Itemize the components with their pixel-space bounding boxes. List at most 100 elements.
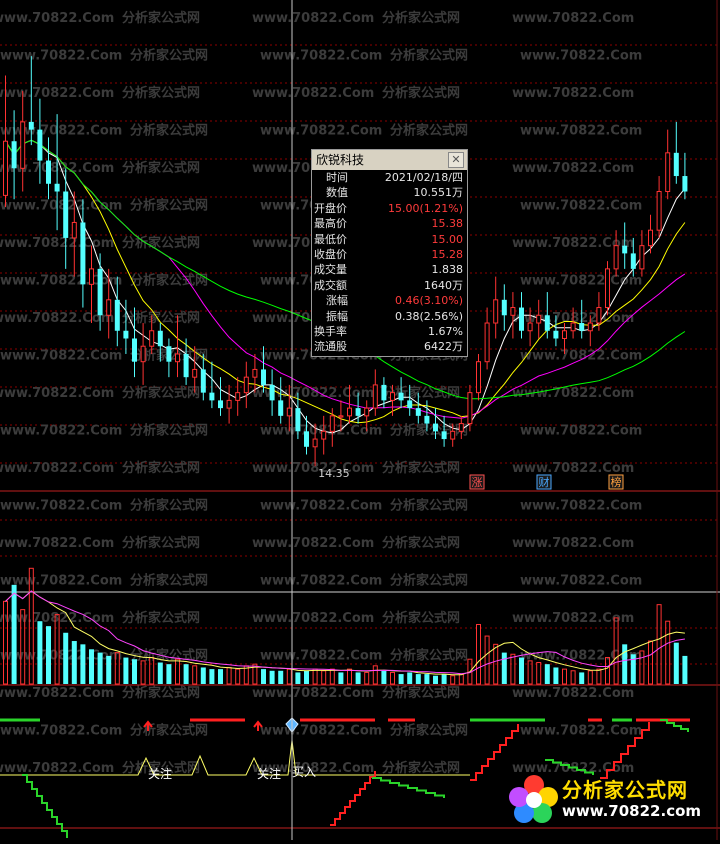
volume-bar <box>587 670 593 685</box>
volume-bar <box>200 667 206 684</box>
watermark-text: 分析家公式网 <box>122 610 200 626</box>
watermark-text: www.70822.Com <box>0 574 122 589</box>
volume-bar <box>278 670 284 684</box>
candle-body <box>544 315 550 331</box>
info-panel[interactable]: 欣锐科技 ✕ 时间 2021/02/18/四 数值 10.551万 开盘价 15.00(1… <box>311 149 468 357</box>
candle-body <box>140 345 146 363</box>
volume-bar <box>235 668 241 685</box>
watermark-text: 分析家公式网 <box>390 123 468 139</box>
volume-bar <box>536 662 542 685</box>
volume-bar <box>11 584 17 684</box>
volume-bar <box>398 674 404 684</box>
candle-body <box>261 369 266 385</box>
candle-body <box>484 322 490 363</box>
watermark-text: www.70822.Com <box>0 124 122 139</box>
close-icon[interactable]: ✕ <box>448 152 464 168</box>
logo-name: 分析家公式网 <box>562 778 688 802</box>
marker-label: 涨 <box>472 476 483 489</box>
volume-bar <box>544 664 550 684</box>
volume-bar <box>286 668 292 685</box>
watermark-text: 分析家公式网 <box>130 498 208 514</box>
watermark-text: www.70822.Com <box>512 686 634 701</box>
volume-bar <box>622 644 628 684</box>
info-value: 15.38 <box>431 217 464 231</box>
watermark-text: 分析家公式网 <box>390 423 468 439</box>
kline-chart[interactable]: www.70822.Com 分析家公式网 www.70822.Com 分析家公式网 ww… <box>0 0 720 840</box>
volume-bar <box>71 641 77 684</box>
volume-bar <box>321 670 327 685</box>
info-value: 6422万 <box>424 340 463 354</box>
watermark-text: www.70822.Com <box>260 49 382 64</box>
stock-chart-window[interactable]: www.70822.Com 分析家公式网 www.70822.Com 分析家公式网 ww… <box>0 0 720 840</box>
watermark-text: www.70822.Com <box>0 461 114 476</box>
volume-bar <box>63 632 69 684</box>
watermark-text: 分析家公式网 <box>122 310 200 326</box>
volume-bar <box>338 672 344 684</box>
volume-bar <box>648 640 653 685</box>
info-row: 换手率 1.67% <box>312 324 467 339</box>
watermark-text: www.70822.Com <box>252 11 374 26</box>
watermark-text: www.70822.Com <box>0 499 122 514</box>
info-row: 成交量 1.838 <box>312 262 467 277</box>
volume-bar <box>441 674 447 684</box>
info-row: 成交额 1640万 <box>312 278 467 293</box>
candle-body <box>519 307 524 331</box>
watermark-text: www.70822.Com <box>260 124 382 139</box>
watermark-text: www.70822.Com <box>260 649 382 664</box>
watermark-text: www.70822.Com <box>252 86 374 101</box>
candle-body <box>630 253 636 269</box>
watermark-text: 分析家公式网 <box>122 385 200 401</box>
volume-bar <box>510 653 516 685</box>
volume-bar <box>97 652 103 684</box>
info-label: 成交量 <box>314 263 347 277</box>
candle-body <box>553 330 559 339</box>
volume-bar <box>209 669 215 684</box>
descending-steps <box>660 719 689 732</box>
candle-body <box>493 299 499 324</box>
volume-bar <box>304 670 309 684</box>
volume-bar <box>355 672 361 684</box>
watermark-text: www.70822.Com <box>0 536 114 551</box>
candle-body <box>252 368 258 378</box>
volume-bar <box>123 657 129 684</box>
info-label: 数值 <box>326 186 348 200</box>
candle-body <box>295 408 301 432</box>
volume-bar <box>579 672 585 684</box>
info-value: 1.67% <box>428 324 463 338</box>
event-markers[interactable]: 涨财榜 <box>469 474 624 490</box>
info-row: 涨幅 0.46(3.10%) <box>312 293 467 308</box>
info-panel-title[interactable]: 欣锐科技 ✕ <box>312 150 467 170</box>
candle-body <box>476 361 481 394</box>
info-label: 流通股 <box>314 340 347 354</box>
volume-bar <box>458 673 464 685</box>
candle-body <box>235 392 241 401</box>
info-label: 换手率 <box>314 324 347 338</box>
candle-body <box>132 338 137 362</box>
volume-bar <box>166 664 172 684</box>
volume-bar <box>381 670 387 684</box>
candle-body <box>97 268 103 316</box>
info-label: 收盘价 <box>314 247 347 261</box>
volume-bar <box>562 668 567 685</box>
candle-body <box>20 121 26 169</box>
candle-body <box>329 415 335 432</box>
volume-bar <box>433 675 438 684</box>
candle-body <box>665 152 671 193</box>
watermark-text: 分析家公式网 <box>130 573 208 589</box>
info-value: 2021/02/18/四 <box>384 171 463 184</box>
volume-bar <box>519 657 524 684</box>
watermark-text: www.70822.Com <box>252 611 374 626</box>
volume-bar <box>596 668 602 685</box>
candle-body <box>587 322 593 332</box>
info-row: 开盘价 15.00(1.21%) <box>312 201 467 216</box>
watermark-text: www.70822.Com <box>520 574 642 589</box>
info-value: 1640万 <box>424 278 463 292</box>
info-row: 时间 2021/02/18/四 <box>312 170 467 185</box>
watermark-text: www.70822.Com <box>0 349 122 364</box>
candle-body <box>441 431 447 440</box>
watermark-text: 分析家公式网 <box>130 48 208 64</box>
candle-body <box>562 330 567 339</box>
candle-body <box>364 407 370 417</box>
watermark-text: 分析家公式网 <box>130 273 208 289</box>
watch-label: 关注 <box>148 766 172 781</box>
